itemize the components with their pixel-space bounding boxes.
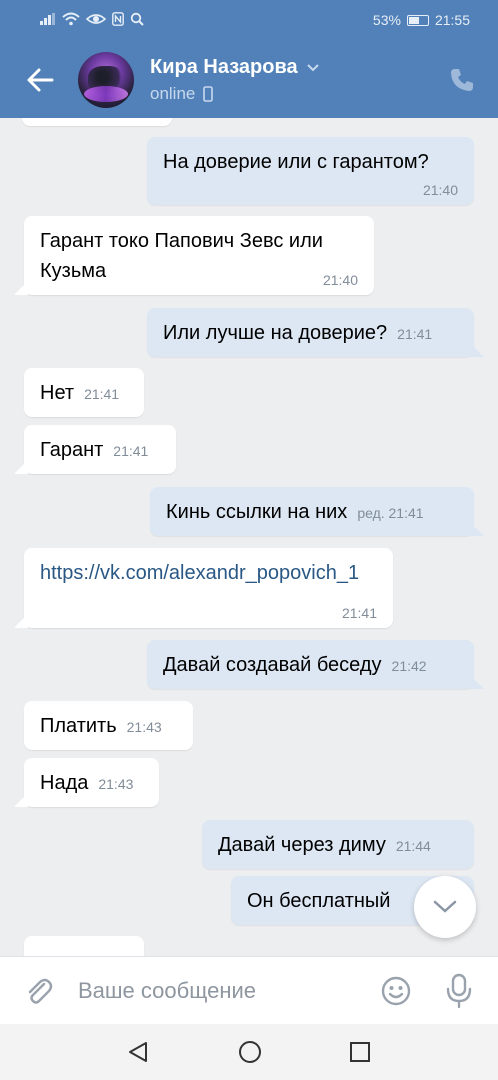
message-link[interactable]: https://vk.com/alexandr_popovich_1 — [40, 562, 359, 584]
chevron-down-icon — [433, 900, 457, 913]
message-composer — [0, 956, 498, 1024]
chevron-down-icon — [306, 63, 319, 71]
microphone-icon[interactable] — [444, 973, 474, 1009]
message-input[interactable] — [78, 971, 368, 1011]
message-text: Давай создавай беседу — [163, 654, 382, 676]
message-incoming[interactable]: Гарант токо Папович Зевс или Кузьма 21:4… — [24, 216, 374, 295]
message-incoming[interactable]: Гарант 21:41 — [24, 425, 176, 474]
message-text: Давай через диму — [218, 834, 386, 856]
message-incoming[interactable]: Платить 21:43 — [24, 701, 193, 750]
message-text: Платить — [40, 715, 117, 737]
message-text: Гарант токо Папович Зевс или Кузьма — [40, 230, 323, 282]
message-incoming[interactable]: https://vk.com/alexandr_popovich_1 21:41 — [24, 548, 393, 628]
battery-percent: 53% — [372, 12, 401, 28]
message-time: 21:44 — [395, 838, 431, 854]
message-list[interactable]: На доверие или с гарантом? 21:40 Гарант … — [0, 118, 498, 956]
message-outgoing[interactable]: Или лучше на доверие? 21:41 — [147, 308, 474, 357]
message-time: 21:43 — [98, 776, 134, 792]
message-time: 21:43 — [126, 719, 162, 735]
message-text: Кинь ссылки на них — [166, 501, 348, 523]
message-outgoing[interactable]: Кинь ссылки на них ред. 21:41 — [150, 487, 474, 536]
contact-name-text: Кира Назарова — [150, 56, 298, 78]
smile-icon[interactable] — [380, 975, 412, 1007]
battery-icon — [406, 14, 429, 26]
message-time: ред. 21:41 — [357, 505, 424, 521]
presence-text: online — [150, 84, 196, 103]
presence: online — [150, 84, 214, 104]
message-text: Гарант — [40, 439, 104, 461]
message-text: Нада — [40, 772, 89, 794]
message-time: 21:40 — [422, 182, 458, 198]
search-status-icon — [130, 12, 144, 26]
scroll-down-button[interactable] — [414, 876, 476, 938]
arrow-left-icon[interactable] — [22, 62, 58, 98]
message-incoming-partial[interactable] — [24, 936, 144, 956]
contact-name[interactable]: Кира Назарова — [150, 56, 320, 79]
message-incoming-partial[interactable] — [22, 118, 172, 126]
android-nav-bar — [0, 1024, 498, 1080]
signal-icon — [40, 13, 55, 25]
message-incoming[interactable]: Нет 21:41 — [24, 368, 144, 417]
mobile-device-icon — [203, 86, 214, 102]
message-text: Или лучше на доверие? — [163, 322, 388, 344]
message-time: 21:42 — [391, 658, 427, 674]
clock: 21:55 — [434, 12, 470, 28]
nfc-icon — [112, 12, 124, 26]
message-incoming[interactable]: Нада 21:43 — [24, 758, 159, 807]
nav-home-icon[interactable] — [238, 1040, 262, 1064]
nav-recent-icon[interactable] — [349, 1041, 371, 1063]
status-bar: 53% 21:55 — [0, 0, 498, 42]
message-time: 21:41 — [113, 443, 149, 459]
message-text: Нет — [40, 382, 75, 404]
status-icons-left — [40, 12, 144, 26]
message-text: На доверие или с гарантом? — [163, 151, 429, 173]
message-time: 21:41 — [341, 605, 377, 621]
message-text: Он бесплатный — [247, 890, 391, 912]
chat-header: 53% 21:55 Кира Назарова online — [0, 0, 498, 118]
phone-icon[interactable] — [448, 66, 476, 94]
nav-back-icon[interactable] — [126, 1040, 150, 1064]
avatar[interactable] — [78, 52, 134, 108]
paperclip-icon[interactable] — [22, 975, 54, 1007]
message-outgoing[interactable]: Давай создавай беседу 21:42 — [147, 640, 474, 689]
message-time: 21:41 — [84, 386, 120, 402]
wifi-icon — [62, 12, 80, 26]
status-icons-right: 53% 21:55 — [373, 12, 470, 28]
message-outgoing[interactable]: Давай через диму 21:44 — [202, 820, 474, 869]
message-time: 21:40 — [322, 272, 358, 288]
message-time: 21:41 — [397, 326, 433, 342]
eye-icon — [86, 14, 106, 24]
message-outgoing[interactable]: На доверие или с гарантом? 21:40 — [147, 137, 474, 205]
